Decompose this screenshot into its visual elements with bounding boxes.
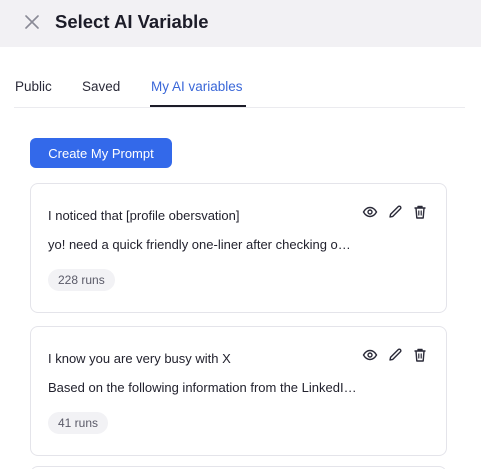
trash-icon <box>414 205 426 219</box>
modal-title: Select AI Variable <box>55 11 209 32</box>
pencil-icon <box>389 205 402 218</box>
delete-button[interactable] <box>412 204 428 220</box>
prompt-description: yo! need a quick friendly one-liner afte… <box>48 237 358 252</box>
trash-icon <box>414 348 426 362</box>
prompt-card[interactable]: I noticed that [profile obersvation] yo!… <box>30 183 447 313</box>
prompt-title: I know you are very busy with X <box>48 351 231 366</box>
view-button[interactable] <box>362 347 378 363</box>
close-button[interactable] <box>22 12 42 32</box>
prompt-title: I noticed that [profile obersvation] <box>48 208 240 223</box>
edit-button[interactable] <box>387 204 403 220</box>
card-actions <box>362 347 428 363</box>
tab-saved[interactable]: Saved <box>82 79 120 95</box>
pencil-icon <box>389 348 402 361</box>
eye-icon <box>362 206 378 218</box>
modal-header: Select AI Variable <box>0 0 481 47</box>
tab-my-ai-variables[interactable]: My AI variables <box>151 79 243 95</box>
delete-button[interactable] <box>412 347 428 363</box>
view-button[interactable] <box>362 204 378 220</box>
eye-icon <box>362 349 378 361</box>
tab-public[interactable]: Public <box>15 79 52 95</box>
tabs-divider <box>14 107 465 108</box>
runs-badge: 41 runs <box>48 412 109 434</box>
prompt-description: Based on the following information from … <box>48 380 358 395</box>
card-actions <box>362 204 428 220</box>
create-my-prompt-button[interactable]: Create My Prompt <box>30 138 172 168</box>
runs-badge: 228 runs <box>48 269 115 291</box>
prompt-card[interactable]: I know you are very busy with X Based on… <box>30 326 447 456</box>
close-icon <box>25 15 39 29</box>
active-tab-indicator <box>150 105 246 107</box>
edit-button[interactable] <box>387 347 403 363</box>
